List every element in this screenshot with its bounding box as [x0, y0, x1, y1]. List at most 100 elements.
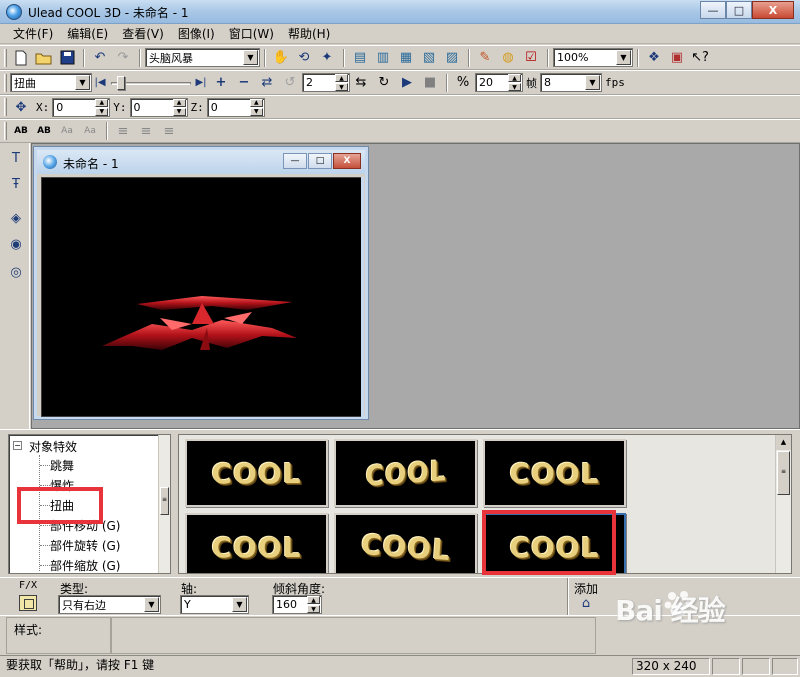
- smooth-motion-icon[interactable]: %: [452, 72, 474, 93]
- add-frame-icon[interactable]: +: [210, 72, 232, 93]
- hand-pan-icon[interactable]: ✋: [270, 47, 292, 68]
- fps-combo[interactable]: 8 ▼: [540, 73, 602, 92]
- tree-scrollbar[interactable]: ≡: [158, 435, 170, 573]
- check-icon[interactable]: ☑: [520, 47, 542, 68]
- chevron-down-icon[interactable]: ▼: [232, 597, 247, 612]
- menu-edit[interactable]: 编辑(E): [60, 25, 115, 43]
- frames-count-spin[interactable]: 20 ▲ ▼: [475, 73, 523, 92]
- zoom-combo[interactable]: 100% ▼: [553, 48, 633, 67]
- effect-combo[interactable]: 扭曲 ▼: [10, 73, 92, 92]
- bevel-2-icon[interactable]: ▥: [372, 47, 394, 68]
- edit-text-icon[interactable]: Ŧ: [5, 173, 27, 195]
- timeline-slider-thumb[interactable]: [117, 75, 125, 90]
- render-canvas[interactable]: [41, 177, 362, 417]
- chevron-down-icon[interactable]: ▼: [144, 597, 159, 612]
- rotate-object-icon[interactable]: ⟲: [293, 47, 315, 68]
- gallery-scrollbar[interactable]: ▲ ≡: [775, 435, 791, 573]
- align-right-icon[interactable]: ≡: [158, 121, 180, 142]
- font-combo[interactable]: 头脑风暴 ▼: [145, 48, 260, 67]
- add-to-gallery-icon[interactable]: ⌂: [576, 596, 596, 612]
- frame-spin[interactable]: 2 ▲ ▼: [302, 73, 350, 92]
- axis-combo[interactable]: Y ▼: [180, 595, 249, 614]
- spin-down-icon[interactable]: ▼: [508, 83, 521, 91]
- menu-help[interactable]: 帮助(H): [281, 25, 337, 43]
- line-spacing-down-icon[interactable]: Aa: [79, 121, 101, 142]
- tree-item-part-scale[interactable]: 部件缩放 (G): [50, 557, 120, 573]
- undo-icon[interactable]: ↶: [89, 47, 111, 68]
- type-combo[interactable]: 只有右边 ▼: [58, 595, 161, 614]
- tree-item-explode[interactable]: 爆炸: [50, 477, 74, 494]
- loop-disabled-icon[interactable]: ↺: [279, 72, 301, 93]
- help-pointer-icon[interactable]: ↖?: [689, 47, 711, 68]
- chevron-down-icon[interactable]: ▼: [585, 75, 600, 90]
- spin-down-icon[interactable]: ▼: [95, 107, 109, 116]
- delete-frame-icon[interactable]: −: [233, 72, 255, 93]
- insert-text-icon[interactable]: T: [5, 147, 27, 169]
- first-frame-icon[interactable]: |◀: [92, 72, 108, 93]
- last-frame-icon[interactable]: ▶|: [193, 72, 209, 93]
- size-object-icon[interactable]: ✦: [316, 47, 338, 68]
- menu-file[interactable]: 文件(F): [6, 25, 60, 43]
- doc-close-button[interactable]: X: [333, 153, 361, 169]
- loop-icon[interactable]: ↻: [373, 72, 395, 93]
- bevel-1-icon[interactable]: ▤: [349, 47, 371, 68]
- toolbar-grip[interactable]: [4, 73, 7, 92]
- tree-item-dance[interactable]: 跳舞: [50, 457, 74, 474]
- new-file-icon[interactable]: [10, 47, 32, 68]
- globe-icon[interactable]: ◍: [497, 47, 519, 68]
- toolbar-grip[interactable]: [4, 122, 7, 140]
- tree-item-twist[interactable]: 扭曲: [50, 497, 74, 514]
- chevron-down-icon[interactable]: ▼: [616, 50, 631, 65]
- fx-toggle-icon[interactable]: [19, 595, 37, 611]
- doc-maximize-button[interactable]: □: [308, 153, 332, 169]
- spin-down-icon[interactable]: ▼: [249, 107, 263, 116]
- edit-graphic-icon[interactable]: ◉: [5, 233, 27, 255]
- bevel-4-icon[interactable]: ▧: [418, 47, 440, 68]
- maximize-button[interactable]: □: [726, 1, 752, 19]
- toolbar-grip[interactable]: [4, 98, 7, 116]
- reverse-icon[interactable]: ⇄: [256, 72, 278, 93]
- insert-graphic-icon[interactable]: ◈: [5, 207, 27, 229]
- stop-icon[interactable]: ■: [419, 72, 441, 93]
- z-position-field[interactable]: 0 ▲ ▼: [206, 97, 265, 117]
- tree-collapse-icon[interactable]: −: [13, 441, 22, 450]
- menu-window[interactable]: 窗口(W): [222, 25, 281, 43]
- tilt-angle-spin[interactable]: 160 ▲ ▼: [272, 595, 322, 614]
- chevron-down-icon[interactable]: ▼: [75, 75, 90, 90]
- align-left-icon[interactable]: ≡: [112, 121, 134, 142]
- effect-thumb-1[interactable]: COOL: [185, 439, 328, 507]
- object-properties-icon[interactable]: ◎: [5, 261, 27, 283]
- minimize-button[interactable]: —: [700, 1, 726, 19]
- scroll-up-icon[interactable]: ▲: [776, 435, 791, 450]
- tree-item-part-move[interactable]: 部件移动 (G): [50, 517, 120, 534]
- object-manager-icon[interactable]: ❖: [643, 47, 665, 68]
- ping-pong-icon[interactable]: ⇆: [350, 72, 372, 93]
- spin-down-icon[interactable]: ▼: [172, 107, 186, 116]
- close-button[interactable]: X: [752, 1, 794, 19]
- tree-item-part-rotate[interactable]: 部件旋转 (G): [50, 537, 120, 554]
- effect-thumb-6-selected[interactable]: COOL: [483, 513, 626, 573]
- scroll-thumb[interactable]: ≡: [777, 451, 790, 495]
- effect-thumb-4[interactable]: COOL: [185, 513, 328, 573]
- document-title-bar[interactable]: 未命名 - 1 — □ X: [37, 150, 365, 174]
- bevel-3-icon[interactable]: ▦: [395, 47, 417, 68]
- position-mode-icon[interactable]: ✥: [10, 97, 32, 118]
- tree-root-object-effects[interactable]: 对象特效: [29, 438, 77, 455]
- effect-thumb-3[interactable]: COOL: [483, 439, 626, 507]
- menu-view[interactable]: 查看(V): [115, 25, 171, 43]
- effect-thumb-5[interactable]: COOL: [334, 513, 477, 573]
- spin-down-icon[interactable]: ▼: [335, 83, 348, 91]
- char-spacing-wide-icon[interactable]: AB: [10, 121, 32, 142]
- save-icon[interactable]: [56, 47, 78, 68]
- align-center-icon[interactable]: ≡: [135, 121, 157, 142]
- open-folder-icon[interactable]: [33, 47, 55, 68]
- doc-minimize-button[interactable]: —: [283, 153, 307, 169]
- y-position-field[interactable]: 0 ▲ ▼: [129, 97, 188, 117]
- line-spacing-up-icon[interactable]: Aa: [56, 121, 78, 142]
- timeline-slider[interactable]: [111, 74, 191, 92]
- chevron-down-icon[interactable]: ▼: [243, 50, 258, 65]
- image-properties-icon[interactable]: ▣: [666, 47, 688, 68]
- toolbar-grip[interactable]: [4, 48, 7, 67]
- light-icon[interactable]: ✎: [474, 47, 496, 68]
- bevel-5-icon[interactable]: ▨: [441, 47, 463, 68]
